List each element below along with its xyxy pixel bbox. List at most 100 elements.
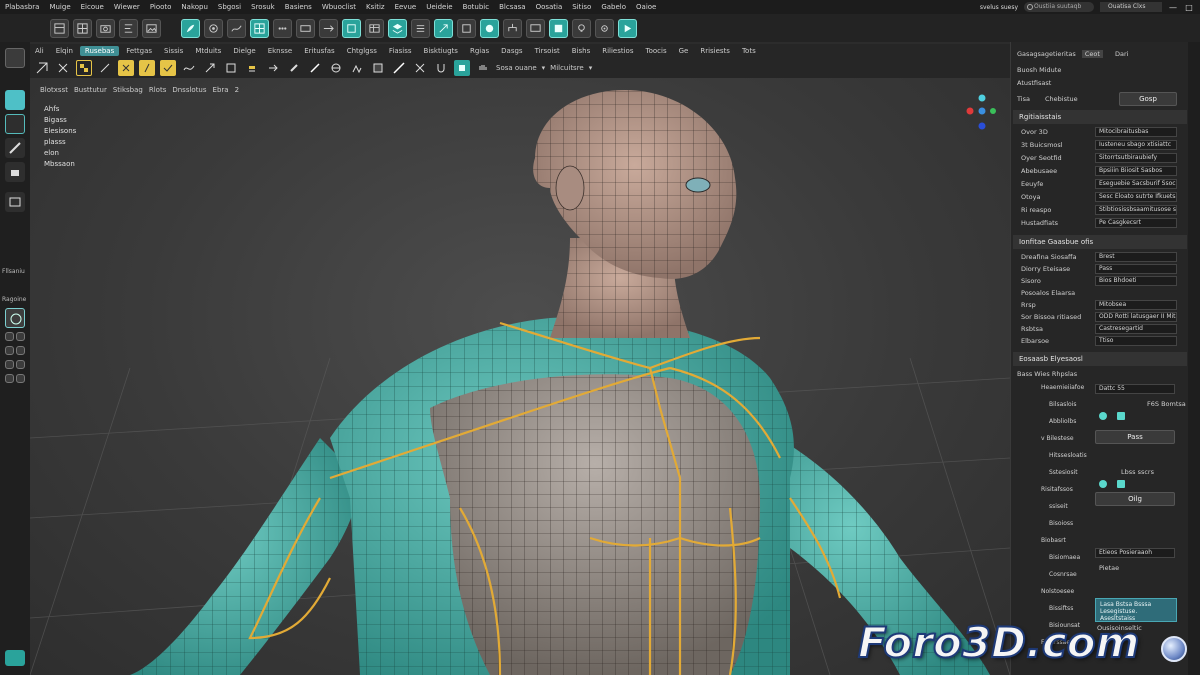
hierarchy-icon[interactable] xyxy=(503,18,522,38)
stack-icon[interactable] xyxy=(411,18,430,38)
marker-tool-icon[interactable] xyxy=(244,60,260,76)
paint-icon[interactable] xyxy=(480,18,499,38)
grab-tool-icon[interactable] xyxy=(475,60,491,76)
tool-tab[interactable]: Fiasiss xyxy=(384,46,417,56)
move-tool-icon[interactable] xyxy=(5,114,25,134)
menu-item[interactable]: Srosuk xyxy=(246,3,280,11)
sculpt-model[interactable] xyxy=(30,78,1010,675)
dots-icon[interactable] xyxy=(273,18,292,38)
prop-field[interactable]: ODD Rotti latusgaer II Mitaoa xyxy=(1095,312,1177,322)
tree-item[interactable]: Risitafssos xyxy=(1041,486,1073,493)
tree-item[interactable]: Cosnrsae xyxy=(1049,571,1077,578)
section-1-header[interactable]: Rgitiaisstais xyxy=(1013,110,1187,124)
prop-field[interactable]: Ttiso xyxy=(1095,336,1177,346)
menu-item[interactable]: Oosatia xyxy=(531,3,568,11)
viewport-menu-item[interactable]: Dnsslotus xyxy=(172,86,206,94)
menu-item[interactable]: Ksitiz xyxy=(361,3,390,11)
section-3-header[interactable]: Eosaasb Elyesaosl xyxy=(1013,352,1187,366)
outliner-item[interactable]: Bigass xyxy=(44,115,76,126)
tool-tab[interactable]: Rgias xyxy=(465,46,494,56)
search-input[interactable]: Oustiia suutaqb xyxy=(1024,2,1094,12)
prop-field[interactable]: Brest xyxy=(1095,252,1177,262)
tree-item[interactable]: Heaemieiiafoe xyxy=(1041,384,1084,391)
tool-tab[interactable]: Fettgas xyxy=(121,46,157,56)
transform-icon[interactable] xyxy=(434,18,453,38)
image-icon[interactable] xyxy=(142,18,161,38)
tool-tab[interactable]: Toocis xyxy=(641,46,672,56)
small-tool-icon-3[interactable] xyxy=(5,346,14,355)
prop-field[interactable]: Bpsiiin Biiosit Sasbos xyxy=(1095,166,1177,176)
side-field-1[interactable]: Dattc 55 xyxy=(1095,384,1175,394)
tree-item[interactable]: ssiseit xyxy=(1049,503,1068,510)
magnet-tool-icon[interactable] xyxy=(433,60,449,76)
tree-item[interactable]: Abbliolbs xyxy=(1049,418,1076,425)
viewport-menu-item[interactable]: Rlots xyxy=(149,86,166,94)
minimize-button[interactable]: — xyxy=(1168,3,1178,12)
new-file-icon[interactable] xyxy=(5,48,25,68)
active-sculpt-icon[interactable] xyxy=(454,60,470,76)
tree-item[interactable]: Sstesiosit xyxy=(1049,469,1078,476)
tool-tab[interactable]: Riliestios xyxy=(597,46,638,56)
menu-item[interactable]: Basiens xyxy=(280,3,317,11)
line-tool-icon[interactable] xyxy=(97,60,113,76)
panel-scrollbar[interactable] xyxy=(1188,42,1200,675)
prop-field[interactable]: Iusteneu sbago xtisiattc xyxy=(1095,140,1177,150)
draw-line-icon[interactable] xyxy=(391,60,407,76)
grid-toggle-icon[interactable] xyxy=(5,650,25,666)
tree-item[interactable]: Hitssesloatis xyxy=(1049,452,1087,459)
viewport-menu-item[interactable]: Busttutur xyxy=(74,86,107,94)
teal-square-icon[interactable] xyxy=(1117,412,1125,420)
prop-field[interactable]: Mitobsea xyxy=(1095,300,1177,310)
settings-icon[interactable] xyxy=(595,18,614,38)
frame-tool-icon[interactable] xyxy=(223,60,239,76)
tool-tab[interactable]: Mtduits xyxy=(190,46,226,56)
chevron-down-icon[interactable]: ▾ xyxy=(542,64,546,72)
bend-tool-icon[interactable] xyxy=(349,60,365,76)
tree-item[interactable]: Bissiftss xyxy=(1049,605,1073,612)
wave-tool-icon[interactable] xyxy=(181,60,197,76)
brush-icon[interactable] xyxy=(204,18,223,38)
chevron-down-icon-2[interactable]: ▾ xyxy=(589,64,593,72)
teal-dot-icon-2[interactable] xyxy=(1099,480,1107,488)
teal-square-icon-2[interactable] xyxy=(1117,480,1125,488)
prop-field[interactable]: Bios Bhdoeti xyxy=(1095,276,1177,286)
display-icon[interactable] xyxy=(526,18,545,38)
material-icon[interactable] xyxy=(549,18,568,38)
prop-field[interactable]: Castresegartid xyxy=(1095,324,1177,334)
prop-field[interactable]: Sitorrtsutbiraubiefy xyxy=(1095,153,1177,163)
maximize-button[interactable]: □ xyxy=(1184,3,1194,12)
mesh-icon[interactable] xyxy=(250,18,269,38)
menu-item[interactable]: Plabasbra xyxy=(0,3,44,11)
orientation-gizmo[interactable] xyxy=(962,92,996,132)
menu-item[interactable]: Sitiso xyxy=(567,3,596,11)
x-tool-icon[interactable] xyxy=(118,60,134,76)
section-2-header[interactable]: Ionfitae Gaasbue ofis xyxy=(1013,235,1187,249)
tree-item[interactable]: Bisiomaea xyxy=(1049,554,1080,561)
arrow-tool-icon[interactable] xyxy=(265,60,281,76)
menu-item[interactable]: Eicoue xyxy=(76,3,109,11)
outliner-item[interactable]: plasss xyxy=(44,137,76,148)
small-tool-icon-6[interactable] xyxy=(16,360,25,369)
pencil-tool-icon[interactable] xyxy=(307,60,323,76)
tool-tab[interactable]: Dasgs xyxy=(496,46,527,56)
uv-icon[interactable] xyxy=(457,18,476,38)
teal-dot-icon[interactable] xyxy=(1099,412,1107,420)
tool-tab[interactable]: Dielge xyxy=(228,46,260,56)
layers-icon[interactable] xyxy=(388,18,407,38)
brush-mode-dropdown[interactable]: Sosa ouane xyxy=(496,64,537,72)
tab-right-button[interactable]: Gosp xyxy=(1119,92,1177,106)
prop-field[interactable]: Stibtiosissbsaamitusose ssee xyxy=(1095,205,1177,215)
outliner-item[interactable]: Ahfs xyxy=(44,104,76,115)
table-icon[interactable] xyxy=(365,18,384,38)
menu-item[interactable]: Wiewer xyxy=(109,3,145,11)
keyboard-icon[interactable] xyxy=(296,18,315,38)
menu-item[interactable]: Nakopu xyxy=(176,3,213,11)
cut-tool-icon[interactable] xyxy=(412,60,428,76)
knot-tool-icon[interactable] xyxy=(328,60,344,76)
camera-icon[interactable] xyxy=(96,18,115,38)
small-tool-icon-5[interactable] xyxy=(5,360,14,369)
small-tool-icon-4[interactable] xyxy=(16,346,25,355)
bucket-tool-icon[interactable] xyxy=(5,162,25,182)
menu-item[interactable]: Botubic xyxy=(458,3,495,11)
transform-tool-icon[interactable] xyxy=(34,60,50,76)
